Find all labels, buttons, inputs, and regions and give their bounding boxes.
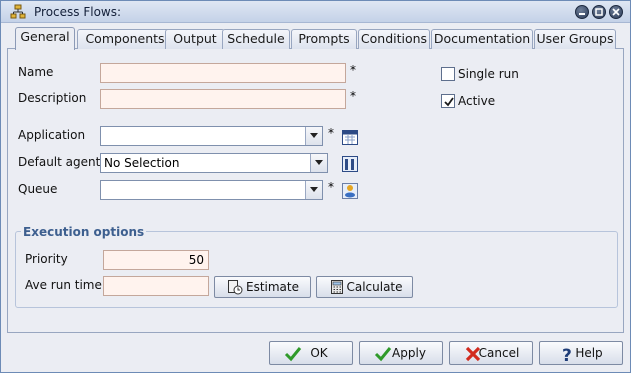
- estimate-button[interactable]: Estimate: [214, 276, 311, 298]
- tab-documentation[interactable]: Documentation: [431, 29, 533, 49]
- title-bar[interactable]: Process Flows:: [1, 1, 630, 23]
- close-icon[interactable]: [609, 5, 623, 19]
- name-label: Name: [18, 65, 54, 79]
- queue-select[interactable]: [100, 180, 323, 200]
- priority-label: Priority: [25, 252, 68, 266]
- help-button[interactable]: ? Help: [539, 341, 623, 366]
- calculate-button[interactable]: Calculate: [316, 276, 413, 298]
- process-flow-icon: [10, 4, 26, 20]
- tab-schedule[interactable]: Schedule: [222, 29, 290, 49]
- maximize-icon[interactable]: [592, 5, 606, 19]
- single-run-checkbox[interactable]: [441, 67, 455, 81]
- chevron-down-icon[interactable]: [305, 181, 322, 199]
- tab-general[interactable]: General: [15, 27, 75, 50]
- description-label: Description: [18, 91, 87, 105]
- apply-button[interactable]: Apply: [359, 341, 443, 365]
- agent-list-icon[interactable]: [341, 155, 359, 173]
- tab-user-groups[interactable]: User Groups: [534, 29, 616, 49]
- estimate-label: Estimate: [245, 280, 299, 294]
- description-field[interactable]: [100, 89, 346, 109]
- help-label: Help: [575, 346, 603, 360]
- checkmark-icon: [444, 97, 454, 107]
- minimize-icon[interactable]: [575, 5, 589, 19]
- default-agent-select[interactable]: No Selection: [100, 153, 328, 173]
- priority-field[interactable]: 50: [103, 250, 209, 270]
- default-agent-label: Default agent: [18, 155, 101, 169]
- calendar-icon[interactable]: [341, 128, 359, 146]
- queue-required-mark: *: [328, 180, 334, 194]
- ave-run-time-field[interactable]: [103, 276, 209, 296]
- process-flows-window: Process Flows: General Components Output…: [0, 0, 631, 373]
- single-run-label[interactable]: Single run: [458, 67, 519, 81]
- application-select[interactable]: [100, 126, 323, 146]
- ave-run-time-label: Ave run time: [25, 278, 102, 292]
- calculate-label: Calculate: [346, 280, 403, 294]
- chevron-down-icon[interactable]: [310, 154, 327, 172]
- application-required-mark: *: [328, 126, 334, 140]
- active-checkbox[interactable]: [441, 94, 455, 108]
- tab-prompts[interactable]: Prompts: [291, 29, 357, 49]
- name-field[interactable]: [100, 63, 346, 83]
- default-agent-value: No Selection: [104, 156, 180, 170]
- ok-label: OK: [310, 346, 328, 360]
- description-required-mark: *: [350, 89, 356, 103]
- tab-conditions[interactable]: Conditions: [358, 29, 430, 49]
- tab-output[interactable]: Output: [165, 29, 225, 49]
- queue-label: Queue: [18, 182, 58, 196]
- cancel-button[interactable]: Cancel: [449, 341, 533, 365]
- ok-button[interactable]: OK: [269, 341, 353, 365]
- active-label[interactable]: Active: [458, 94, 495, 108]
- application-label: Application: [18, 128, 86, 142]
- execution-options-title: Execution options: [21, 225, 147, 239]
- chevron-down-icon[interactable]: [305, 127, 322, 145]
- cancel-label: Cancel: [478, 346, 520, 360]
- name-required-mark: *: [350, 63, 356, 77]
- queue-icon[interactable]: [341, 182, 359, 200]
- apply-label: Apply: [392, 346, 426, 360]
- tab-strip: General Components Output Schedule Promp…: [15, 27, 621, 50]
- window-title: Process Flows:: [34, 5, 122, 19]
- tab-components[interactable]: Components: [77, 29, 173, 49]
